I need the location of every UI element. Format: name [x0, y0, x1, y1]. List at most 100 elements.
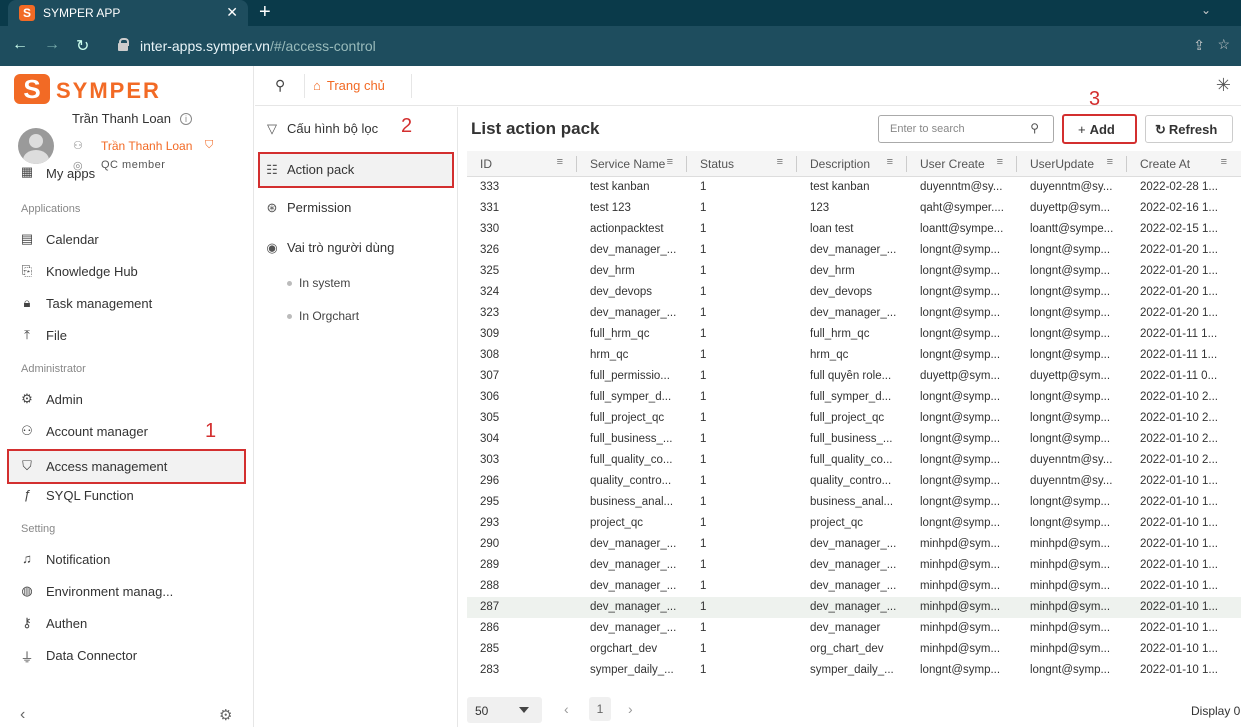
cell-status: 1 [700, 328, 707, 340]
sidebar-item-task-management[interactable]: 🔒︎ Task management [14, 289, 246, 317]
cell-id: 326 [480, 244, 500, 256]
subnav-item-user-roles[interactable]: ◉ Vai trò người dùng [259, 231, 453, 265]
table-row[interactable]: 324 dev_devops 1 dev_devops longnt@symp... lo… [467, 282, 1241, 303]
theme-sun-icon[interactable]: ✳ [1216, 75, 1231, 96]
filter-icon[interactable]: ≡ [1107, 156, 1113, 168]
forward-icon[interactable]: → [44, 36, 60, 54]
column-header-status[interactable]: Status ≡ [687, 151, 797, 177]
sidebar-item-authen[interactable]: ⚷ Authen [14, 609, 246, 637]
pin-icon[interactable]: ⚲ [275, 77, 285, 94]
sidebar-item-admin[interactable]: ⚙ Admin [14, 385, 246, 413]
table-row[interactable]: 323 dev_manager_... 1 dev_manager_... longnt… [467, 303, 1241, 324]
column-header-user-update[interactable]: UserUpdate ≡ [1017, 151, 1127, 177]
add-button[interactable]: + Add [1062, 114, 1137, 144]
filter-icon[interactable]: ≡ [887, 156, 893, 168]
bookmark-star-icon[interactable]: ☆ [1217, 36, 1230, 53]
table-row[interactable]: 285 orgchart_dev 1 org_chart_dev minhpd@sym.… [467, 639, 1241, 660]
table-row[interactable]: 308 hrm_qc 1 hrm_qc longnt@symp... longnt@sym… [467, 345, 1241, 366]
share-icon[interactable]: ⇪ [1193, 37, 1205, 54]
table-row[interactable]: 303 full_quality_co... 1 full_quality_co...… [467, 450, 1241, 471]
table-row[interactable]: 333 test kanban 1 test kanban duyenntm@sy...… [467, 177, 1241, 198]
cell-service-name: full_project_qc [590, 412, 665, 424]
sidebar-item-syql-function[interactable]: ƒ SYQL Function [14, 481, 246, 509]
table-row[interactable]: 331 test 123 1 123 qaht@symper.... duyettp@sy… [467, 198, 1241, 219]
filter-icon[interactable]: ≡ [1221, 156, 1227, 168]
reload-icon[interactable]: ↻ [76, 36, 89, 56]
table-row[interactable]: 290 dev_manager_... 1 dev_manager_... minhpd… [467, 534, 1241, 555]
table-row[interactable]: 296 quality_contro... 1 quality_contro... lo… [467, 471, 1241, 492]
avatar[interactable] [18, 128, 54, 164]
browser-tab[interactable]: S SYMPER APP ✕ [8, 0, 248, 26]
sidebar-item-label: Environment manag... [46, 584, 174, 599]
table-row[interactable]: 283 symper_daily_... 1 symper_daily_... long… [467, 660, 1241, 681]
collapse-sidebar-icon[interactable]: ‹ [20, 706, 25, 724]
prev-page-icon[interactable]: ‹ [564, 701, 569, 717]
search-input[interactable]: Enter to search ⚲ [878, 115, 1054, 143]
table-row[interactable]: 307 full_permissio... 1 full quyền role... d… [467, 366, 1241, 387]
column-header-id[interactable]: ID ≡ [467, 151, 577, 177]
table-row[interactable]: 289 dev_manager_... 1 dev_manager_... minhpd… [467, 555, 1241, 576]
subnav-item-filter-config[interactable]: ▽ Cấu hình bộ lọc [259, 112, 453, 146]
table-row[interactable]: 287 dev_manager_... 1 dev_manager_... minhpd… [467, 597, 1241, 618]
address-bar[interactable]: inter-apps.symper.vn/#/access-control ⇪ … [110, 32, 1230, 60]
cell-status: 1 [700, 454, 707, 466]
cell-create-at: 2022-01-10 2... [1140, 454, 1219, 466]
cell-id: 289 [480, 559, 500, 571]
column-header-user-create[interactable]: User Create ≡ [907, 151, 1017, 177]
close-tab-icon[interactable]: ✕ [226, 4, 238, 21]
filter-icon[interactable]: ≡ [997, 156, 1003, 168]
sidebar-item-notification[interactable]: ♫ Notification [14, 545, 246, 573]
cell-user-update: duyenntm@sy... [1030, 181, 1113, 193]
table-row[interactable]: 325 dev_hrm 1 dev_hrm longnt@symp... longnt@s… [467, 261, 1241, 282]
sidebar-item-calendar[interactable]: ▤ Calendar [14, 225, 246, 253]
table-row[interactable]: 288 dev_manager_... 1 dev_manager_... minhpd… [467, 576, 1241, 597]
table-row[interactable]: 305 full_project_qc 1 full_project_qc longnt… [467, 408, 1241, 429]
column-header-create-at[interactable]: Create At ≡ [1127, 151, 1241, 177]
subnav-item-permission[interactable]: ⊛ Permission [259, 191, 453, 225]
sidebar-item-environment[interactable]: ◍ Environment manag... [14, 577, 246, 605]
sidebar-item-knowledge-hub[interactable]: ⎘ Knowledge Hub [14, 257, 246, 285]
tab-list-chevron-icon[interactable]: ⌄ [1201, 3, 1211, 17]
tab-home[interactable]: ⌂ Trang chủ [313, 78, 385, 93]
subnav-subitem-in-orgchart[interactable]: In Orgchart [287, 309, 359, 323]
table-row[interactable]: 304 full_business_... 1 full_business_... lo… [467, 429, 1241, 450]
column-header-service-name[interactable]: Service Name ≡ [577, 151, 687, 177]
table-row[interactable]: 293 project_qc 1 project_qc longnt@symp... lo… [467, 513, 1241, 534]
subnav-item-action-pack[interactable]: ☷ Action pack [258, 152, 454, 188]
table-row[interactable]: 295 business_anal... 1 business_anal... long… [467, 492, 1241, 513]
new-tab-icon[interactable]: + [259, 1, 271, 24]
refresh-button[interactable]: ↻ Refresh [1145, 115, 1233, 143]
back-icon[interactable]: ← [12, 36, 28, 54]
next-page-icon[interactable]: › [628, 701, 633, 717]
sidebar-item-file[interactable]: ⤒ File [14, 321, 246, 349]
caret-down-icon [519, 707, 529, 713]
page-size-select[interactable]: 50 [467, 697, 542, 723]
globe-icon: ◍ [21, 583, 33, 598]
settings-gear-icon[interactable]: ⚙ [219, 706, 232, 724]
cell-id: 306 [480, 391, 500, 403]
cell-user-create: longnt@symp... [920, 433, 1001, 445]
table-footer: 50 ‹ 1 › Display 0 [467, 695, 1241, 727]
sidebar-item-access-management[interactable]: ⛉ Access management [7, 449, 246, 484]
table-row[interactable]: 286 dev_manager_... 1 dev_manager minhpd@sym… [467, 618, 1241, 639]
page-number[interactable]: 1 [589, 697, 611, 721]
bullet-dot [287, 314, 292, 320]
add-button-content: + Add [1078, 122, 1115, 137]
sidebar-item-my-apps[interactable]: ▦ My apps [14, 162, 246, 182]
filter-icon[interactable]: ≡ [777, 156, 783, 168]
column-header-description[interactable]: Description ≡ [797, 151, 907, 177]
info-icon[interactable]: i [180, 113, 192, 125]
cell-user-update: minhpd@sym... [1030, 580, 1111, 592]
table-row[interactable]: 306 full_symper_d... 1 full_symper_d... long… [467, 387, 1241, 408]
cell-service-name: dev_manager_... [590, 580, 677, 592]
table-row[interactable]: 326 dev_manager_... 1 dev_manager_... longnt… [467, 240, 1241, 261]
filter-icon[interactable]: ≡ [557, 156, 563, 168]
user-key-icon: ⚷ [22, 615, 32, 630]
cell-status: 1 [700, 223, 707, 235]
filter-icon[interactable]: ≡ [667, 156, 673, 168]
sidebar-item-data-connector[interactable]: ⏚ Data Connector [14, 641, 246, 669]
function-icon: ƒ [23, 487, 31, 502]
table-row[interactable]: 330 actionpacktest 1 loan test loantt@sympe.… [467, 219, 1241, 240]
subnav-subitem-in-system[interactable]: In system [287, 276, 350, 290]
table-row[interactable]: 309 full_hrm_qc 1 full_hrm_qc longnt@symp...… [467, 324, 1241, 345]
